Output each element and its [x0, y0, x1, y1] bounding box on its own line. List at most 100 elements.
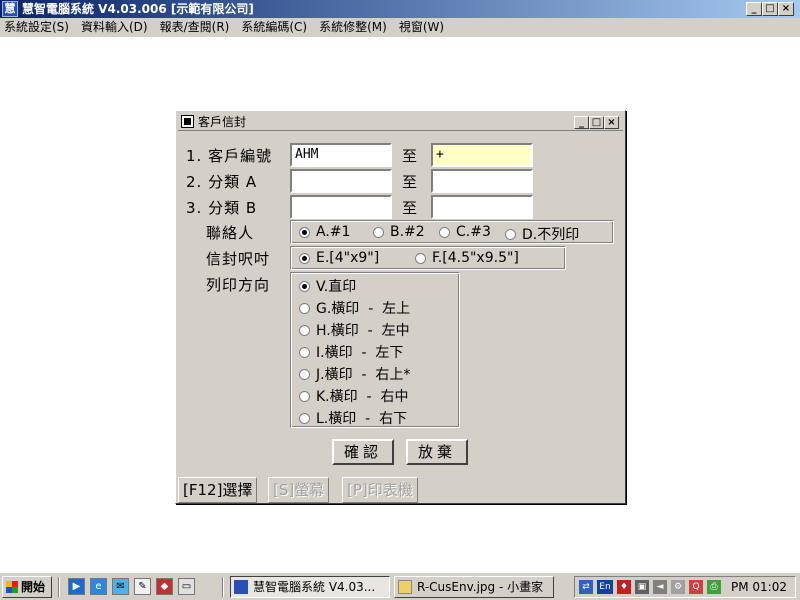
row-label-category-a: 2. 分類 A	[186, 171, 257, 192]
contact-option-c[interactable]: C.#3	[439, 224, 491, 240]
clock[interactable]: PM 01:02	[731, 577, 787, 597]
option-label: L.橫印 - 右下	[316, 411, 408, 427]
to-label: 至	[402, 147, 418, 165]
menu-data-input[interactable]: 資料輸入(D)	[81, 18, 148, 37]
dialog-title-bar[interactable]: 客戶信封 _ □ ×	[178, 113, 623, 131]
orientation-option-j[interactable]: J.橫印 - 右上*	[299, 364, 410, 384]
contact-option-b[interactable]: B.#2	[373, 224, 425, 240]
category-b-to-input[interactable]	[431, 195, 533, 219]
taskbar-item-paint[interactable]: R-CusEnv.jpg - 小畫家	[394, 576, 554, 598]
contact-option-a[interactable]: A.#1	[299, 224, 350, 240]
option-label: K.橫印 - 右中	[316, 389, 409, 405]
outlook-express-icon[interactable]: ✉	[112, 578, 129, 595]
radio-icon	[299, 324, 310, 336]
volume-icon[interactable]: ◄	[653, 580, 667, 594]
maximize-icon[interactable]: □	[762, 2, 778, 16]
radio-selected-icon	[299, 280, 310, 292]
printer-output-button[interactable]: [P]印表機	[342, 477, 418, 503]
radio-icon	[299, 302, 310, 314]
taskbar: 開始 ▶ e ✉ ✎ ◆ ▭ 慧智電腦系統 V4.03... R-CusEnv.…	[0, 572, 800, 600]
app-logo-icon	[234, 580, 248, 594]
menu-reports[interactable]: 報表/查閱(R)	[160, 18, 230, 37]
orientation-option-l[interactable]: L.橫印 - 右下	[299, 408, 407, 428]
row-label-text: 分類 B	[208, 199, 258, 217]
menu-system-settings[interactable]: 系統設定(S)	[4, 18, 69, 37]
system-tray: ⇄ En ♦ ▣ ◄ ⚙ Q ⎙ PM 01:02	[574, 576, 796, 598]
orientation-option-h[interactable]: H.橫印 - 左中	[299, 320, 410, 340]
dialog-title: 客戶信封	[198, 115, 247, 129]
media-player-icon[interactable]: ▶	[68, 578, 85, 595]
orientation-option-k[interactable]: K.橫印 - 右中	[299, 386, 408, 406]
envelope-size-radio-group: E.[4"x9"] F.[4.5"x9.5"]	[290, 246, 566, 270]
start-label: 開始	[21, 580, 46, 594]
radio-icon	[299, 390, 310, 402]
radio-icon	[299, 368, 310, 380]
paint-icon	[398, 580, 412, 594]
menu-system-codes[interactable]: 系統編碼(C)	[241, 18, 307, 37]
option-label: A.#1	[316, 224, 351, 240]
to-label: 至	[402, 199, 418, 217]
to-label: 至	[402, 173, 418, 191]
orientation-option-g[interactable]: G.橫印 - 左上	[299, 298, 410, 318]
minimize-icon[interactable]: _	[746, 2, 762, 16]
category-a-to-input[interactable]	[431, 169, 533, 193]
antivirus-shield-icon[interactable]: ♦	[617, 580, 631, 594]
orientation-option-i[interactable]: I.橫印 - 左下	[299, 342, 403, 362]
settings-icon[interactable]: ⚙	[671, 580, 685, 594]
maximize-icon[interactable]: □	[589, 116, 604, 129]
row-label-customer-code: 1. 客戶編號	[186, 145, 272, 166]
network-icon[interactable]: ⇄	[579, 580, 593, 594]
radio-icon	[415, 252, 426, 264]
select-f12-button[interactable]: [F12]選擇	[178, 477, 258, 503]
close-icon[interactable]: ×	[604, 116, 619, 129]
screen-output-button[interactable]: [S]螢幕	[268, 477, 330, 503]
print-orientation-label: 列印方向	[206, 276, 271, 294]
search-icon[interactable]: Q	[689, 580, 703, 594]
show-desktop-icon[interactable]: ▭	[178, 578, 195, 595]
radio-icon	[299, 346, 310, 358]
option-label: C.#3	[456, 224, 491, 240]
row-label-category-b: 3. 分類 B	[186, 197, 257, 218]
app-title-bar[interactable]: 慧 慧智電腦系統 V4.03.006 [示範有限公司] _ □ ×	[0, 0, 800, 18]
paint-icon[interactable]: ◆	[156, 578, 173, 595]
option-label: E.[4"x9"]	[316, 250, 380, 266]
taskbar-item-app[interactable]: 慧智電腦系統 V4.03...	[230, 576, 390, 598]
language-indicator[interactable]: En	[597, 580, 613, 594]
menu-window[interactable]: 視窗(W)	[399, 18, 444, 37]
row-number: 3.	[186, 199, 203, 217]
menu-system-maintenance[interactable]: 系統修整(M)	[319, 18, 387, 37]
orientation-option-v[interactable]: V.直印	[299, 276, 356, 296]
app-logo-icon: 慧	[2, 1, 18, 17]
app-title: 慧智電腦系統 V4.03.006 [示範有限公司]	[22, 2, 254, 16]
start-button[interactable]: 開始	[2, 576, 52, 598]
category-b-from-input[interactable]	[290, 195, 392, 219]
contact-option-d[interactable]: D.不列印	[505, 224, 579, 244]
close-icon[interactable]: ×	[778, 2, 794, 16]
minimize-icon[interactable]: _	[574, 116, 589, 129]
task-label: 慧智電腦系統 V4.03...	[253, 580, 376, 594]
category-a-from-input[interactable]	[290, 169, 392, 193]
option-label: F.[4.5"x9.5"]	[432, 250, 519, 266]
option-label: D.不列印	[522, 227, 580, 243]
display-icon[interactable]: ▣	[635, 580, 649, 594]
customer-envelope-dialog: 客戶信封 _ □ × 1. 客戶編號 AHM 至 + 2. 分類 A 至 3. …	[175, 110, 626, 504]
row-label-text: 分類 A	[208, 173, 258, 191]
radio-icon	[299, 412, 310, 424]
customer-code-from-input[interactable]: AHM	[290, 143, 392, 167]
printer-icon[interactable]: ⎙	[707, 580, 721, 594]
confirm-button[interactable]: 確認	[332, 439, 394, 465]
window-controls: _ □ ×	[746, 2, 794, 16]
envelope-option-e[interactable]: E.[4"x9"]	[299, 250, 379, 266]
dialog-icon	[181, 115, 194, 128]
taskbar-separator	[58, 577, 60, 597]
envelope-option-f[interactable]: F.[4.5"x9.5"]	[415, 250, 519, 266]
internet-explorer-icon[interactable]: e	[90, 578, 107, 595]
dialog-controls: _ □ ×	[574, 116, 619, 129]
radio-icon	[439, 226, 450, 238]
cancel-button[interactable]: 放棄	[406, 439, 468, 465]
option-label: J.橫印 - 右上*	[316, 367, 411, 383]
windows-logo-icon	[6, 581, 18, 593]
notepad-icon[interactable]: ✎	[134, 578, 151, 595]
customer-code-to-input[interactable]: +	[431, 143, 533, 167]
option-label: V.直印	[316, 279, 357, 295]
